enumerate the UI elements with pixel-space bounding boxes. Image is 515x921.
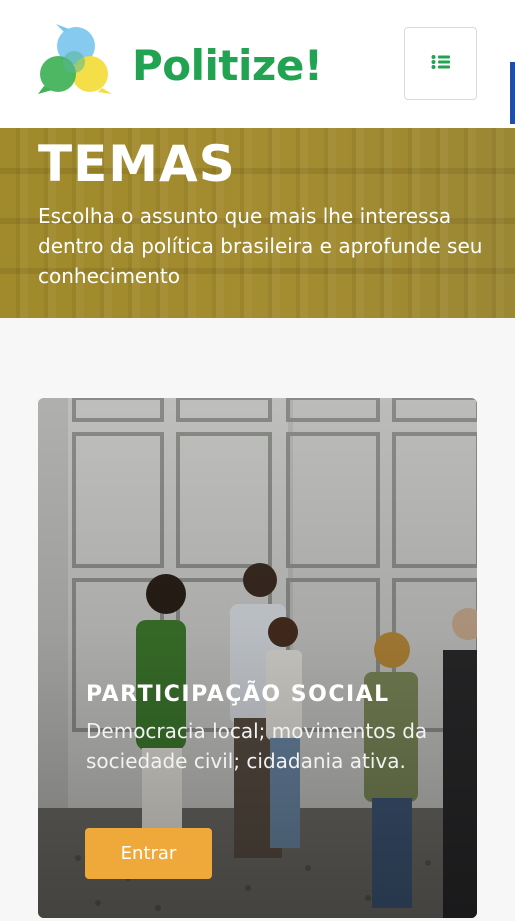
menu-button[interactable] xyxy=(404,27,477,100)
topic-title[interactable]: PARTICIPAÇÃO SOCIAL xyxy=(86,680,390,710)
brand-name[interactable]: Politize! xyxy=(132,38,323,94)
list-menu-icon xyxy=(431,54,451,73)
topic-card[interactable]: PARTICIPAÇÃO SOCIAL Democracia local; mo… xyxy=(38,398,477,918)
side-edge-bar xyxy=(510,62,515,124)
site-header: Politize! xyxy=(0,0,515,128)
enter-button[interactable]: Entrar xyxy=(85,828,212,879)
politize-logo-icon[interactable] xyxy=(36,22,116,96)
page-subtitle: Escolha o assunto que mais lhe interessa… xyxy=(38,204,483,288)
topic-description: Democracia local; movimentos da sociedad… xyxy=(86,719,428,773)
page-title: TEMAS xyxy=(38,135,236,193)
